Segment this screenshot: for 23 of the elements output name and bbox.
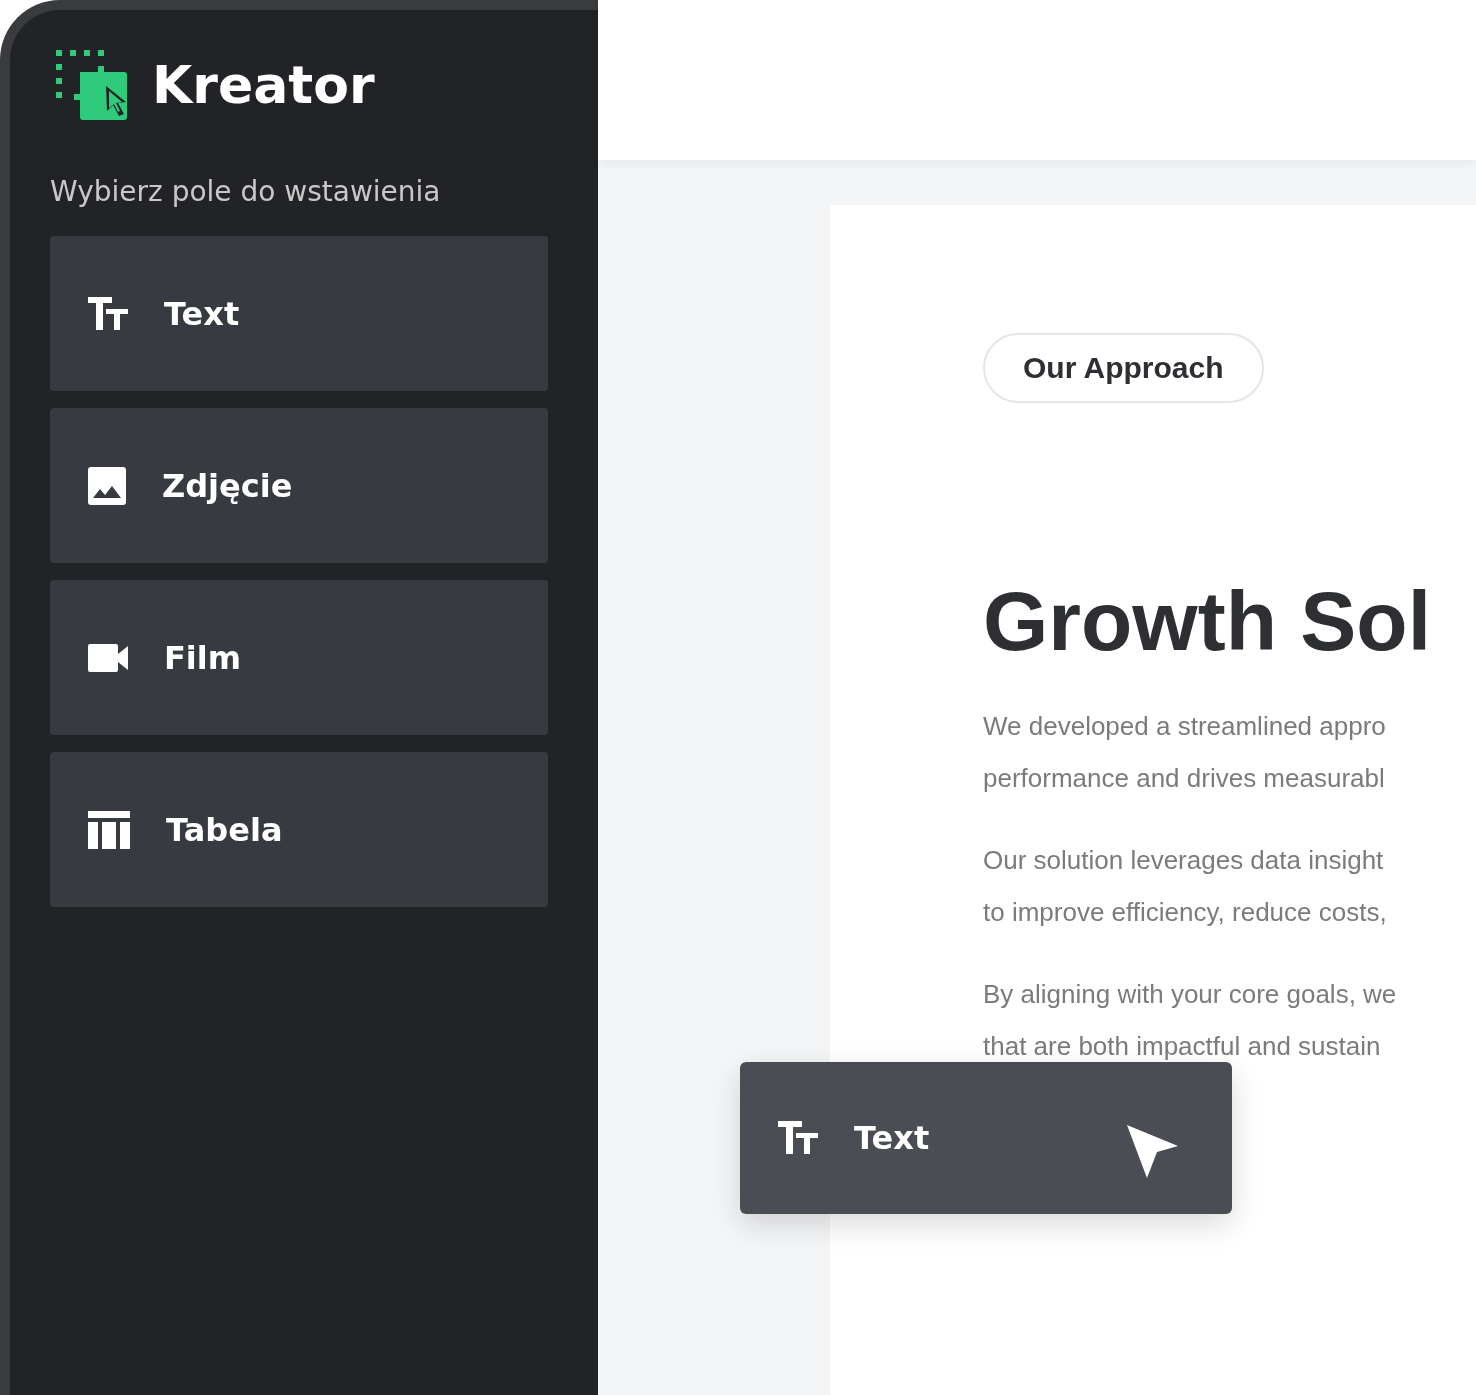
image-icon <box>88 466 126 505</box>
dragged-field-label: Text <box>854 1119 930 1157</box>
text-size-icon <box>778 1121 818 1155</box>
field-option[interactable]: Zdjęcie <box>50 408 548 563</box>
app-title: Kreator <box>152 55 375 115</box>
paragraph-line: Our solution leverages data insight <box>983 844 1385 877</box>
page-heading: Growth Sol <box>983 573 1432 670</box>
field-option[interactable]: Tabela <box>50 752 548 907</box>
dragged-field-card[interactable]: Text <box>740 1062 1232 1214</box>
paragraph-line: By aligning with your core goals, we <box>983 978 1398 1011</box>
video-camera-icon <box>88 643 128 672</box>
text-size-icon <box>88 296 128 331</box>
table-icon <box>88 810 130 849</box>
field-option[interactable]: Film <box>50 580 548 735</box>
paragraph-line: that are both impactful and sustain <box>983 1030 1382 1063</box>
sidebar-subtitle: Wybierz pole do wstawienia <box>50 175 442 208</box>
logo-icon <box>56 50 128 120</box>
section-badge: Our Approach <box>983 333 1264 403</box>
field-option[interactable]: Text <box>50 236 548 391</box>
paragraph-line: performance and drives measurabl <box>983 762 1386 795</box>
paragraph-line: to improve efficiency, reduce costs, <box>983 896 1388 929</box>
cursor-icon <box>1127 1125 1179 1179</box>
paragraph-line: We developed a streamlined appro <box>983 710 1387 743</box>
